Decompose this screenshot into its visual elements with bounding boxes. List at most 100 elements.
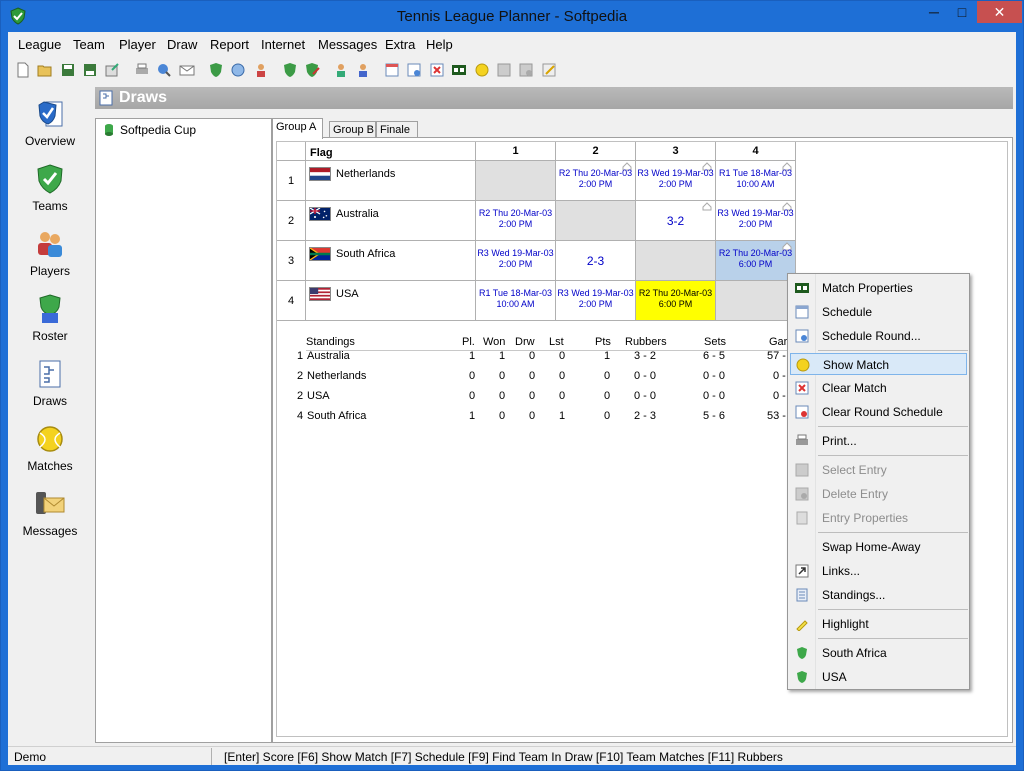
menu-item-print[interactable]: Print... <box>790 430 967 452</box>
match-cell[interactable]: R1 Tue 18-Mar-03 10:00 AM <box>716 161 796 201</box>
new-icon[interactable] <box>15 62 31 78</box>
team-cell-usa[interactable]: USA <box>306 281 476 321</box>
menu-item-schedule[interactable]: Schedule <box>790 301 967 323</box>
rubbers: 3 - 2 <box>634 350 657 362</box>
email-icon[interactable] <box>179 62 195 78</box>
row-number: 3 <box>277 241 306 281</box>
team-cell-south-africa[interactable]: South Africa <box>306 241 476 281</box>
score-icon[interactable] <box>451 62 467 78</box>
menu-player[interactable]: Player <box>119 37 156 52</box>
match-cell-highlighted[interactable]: R2 Thu 20-Mar-03 6:00 PM <box>636 281 716 321</box>
sidebar-item-teams[interactable]: Teams <box>8 163 92 223</box>
clear-icon[interactable] <box>429 62 445 78</box>
schedule-icon[interactable] <box>406 62 422 78</box>
sidebar-item-draws[interactable]: Draws <box>8 358 92 418</box>
shield-add-icon[interactable] <box>282 62 298 78</box>
menu-item-highlight[interactable]: Highlight <box>790 613 967 635</box>
menu-draw[interactable]: Draw <box>167 37 197 52</box>
title-bar[interactable]: Tennis League Planner - Softpedia ─ □ ✕ <box>1 1 1023 33</box>
teams-shield-icon <box>37 164 63 194</box>
match-cell-selected[interactable]: R2 Thu 20-Mar-03 6:00 PM <box>716 241 796 281</box>
match-cell[interactable]: R3 Wed 19-Mar-03 2:00 PM <box>476 241 556 281</box>
menu-extra[interactable]: Extra <box>385 37 415 52</box>
match-cell[interactable]: R3 Wed 19-Mar-03 2:00 PM <box>716 201 796 241</box>
menu-team[interactable]: Team <box>73 37 105 52</box>
menu-item-show-match[interactable]: Show Match <box>790 353 967 375</box>
match-cell[interactable]: 2-3 <box>556 241 636 281</box>
close-button[interactable]: ✕ <box>977 1 1022 23</box>
match-cell[interactable]: R1 Tue 18-Mar-03 10:00 AM <box>476 281 556 321</box>
menu-bar: League Team Player Draw Report Internet … <box>8 32 1016 56</box>
minimize-button[interactable]: ─ <box>919 1 949 23</box>
globe-icon[interactable] <box>230 62 246 78</box>
sidebar-item-label: Roster <box>32 329 68 343</box>
tab-group-b[interactable]: Group B <box>329 121 376 138</box>
shield-edit-icon[interactable] <box>304 62 320 78</box>
flag-netherlands-icon <box>309 167 331 181</box>
menu-item-schedule-round[interactable]: Schedule Round... <box>790 325 967 347</box>
menu-messages[interactable]: Messages <box>318 37 377 52</box>
row-number: 1 <box>277 161 306 201</box>
menu-item-clear-match[interactable]: Clear Match <box>790 377 967 399</box>
preview-icon[interactable] <box>156 62 172 78</box>
calendar-icon[interactable] <box>384 62 400 78</box>
match-cell[interactable]: 3-2 <box>636 201 716 241</box>
lost: 0 <box>559 350 566 362</box>
team-shield-icon[interactable] <box>208 62 224 78</box>
roster-icon <box>39 294 61 323</box>
export-icon[interactable] <box>104 62 120 78</box>
edit-icon[interactable] <box>541 62 557 78</box>
rank: 2 <box>297 370 304 382</box>
menu-item-links[interactable]: Links... <box>790 560 967 582</box>
menu-item-label: Delete Entry <box>822 487 889 501</box>
person-icon[interactable] <box>333 62 349 78</box>
sidebar-item-overview[interactable]: Overview <box>8 98 92 158</box>
grid-col-2: 2 <box>556 142 636 161</box>
match-icon[interactable] <box>474 62 490 78</box>
col-played: Pl. <box>462 336 475 348</box>
save-icon[interactable] <box>60 62 76 78</box>
match-cell[interactable]: R2 Thu 20-Mar-03 2:00 PM <box>556 161 636 201</box>
tab-finale[interactable]: Finale <box>376 121 418 138</box>
menu-internet[interactable]: Internet <box>261 37 305 52</box>
menu-item-clear-round-schedule[interactable]: Clear Round Schedule <box>790 401 967 423</box>
team-cell-netherlands[interactable]: Netherlands <box>306 161 476 201</box>
menu-item-label: Swap Home-Away <box>822 540 921 554</box>
team-cell-australia[interactable]: Australia <box>306 201 476 241</box>
menu-separator <box>818 426 968 427</box>
draw-tree[interactable]: Softpedia Cup <box>95 118 272 743</box>
open-icon[interactable] <box>37 62 53 78</box>
save-as-icon[interactable] <box>82 62 98 78</box>
entry-delete-icon[interactable] <box>518 62 534 78</box>
maximize-button[interactable]: □ <box>947 1 977 23</box>
menu-item-team-usa[interactable]: USA <box>790 666 967 688</box>
sidebar-item-players[interactable]: Players <box>8 228 92 288</box>
sidebar-item-matches[interactable]: Matches <box>8 423 92 483</box>
team-name: USA <box>336 288 359 300</box>
menu-item-match-properties[interactable]: Match Properties <box>790 277 967 299</box>
tab-group-a[interactable]: Group A <box>272 118 323 139</box>
col-won: Won <box>483 336 506 348</box>
sidebar-item-messages[interactable]: Messages <box>8 488 92 548</box>
grid-col-3: 3 <box>636 142 716 161</box>
menu-help[interactable]: Help <box>426 37 453 52</box>
menu-item-label: Schedule Round... <box>822 329 921 343</box>
team-name: Australia <box>336 208 379 220</box>
schedule-icon <box>795 305 809 319</box>
points: 0 <box>604 370 611 382</box>
menu-league[interactable]: League <box>18 37 61 52</box>
players-icon[interactable] <box>253 62 269 78</box>
rubbers: 0 - 0 <box>634 390 657 402</box>
menu-report[interactable]: Report <box>210 37 249 52</box>
match-cell[interactable]: R2 Thu 20-Mar-03 2:00 PM <box>476 201 556 241</box>
menu-item-standings[interactable]: Standings... <box>790 584 967 606</box>
sidebar-item-roster[interactable]: Roster <box>8 293 92 353</box>
entry-icon[interactable] <box>496 62 512 78</box>
person-group-icon[interactable] <box>355 62 371 78</box>
menu-item-swap-home-away[interactable]: Swap Home-Away <box>790 536 967 558</box>
games: 53 - <box>767 410 786 422</box>
print-icon[interactable] <box>134 62 150 78</box>
match-cell[interactable]: R3 Wed 19-Mar-03 2:00 PM <box>556 281 636 321</box>
menu-item-team-south-africa[interactable]: South Africa <box>790 642 967 664</box>
match-cell[interactable]: R3 Wed 19-Mar-03 2:00 PM <box>636 161 716 201</box>
